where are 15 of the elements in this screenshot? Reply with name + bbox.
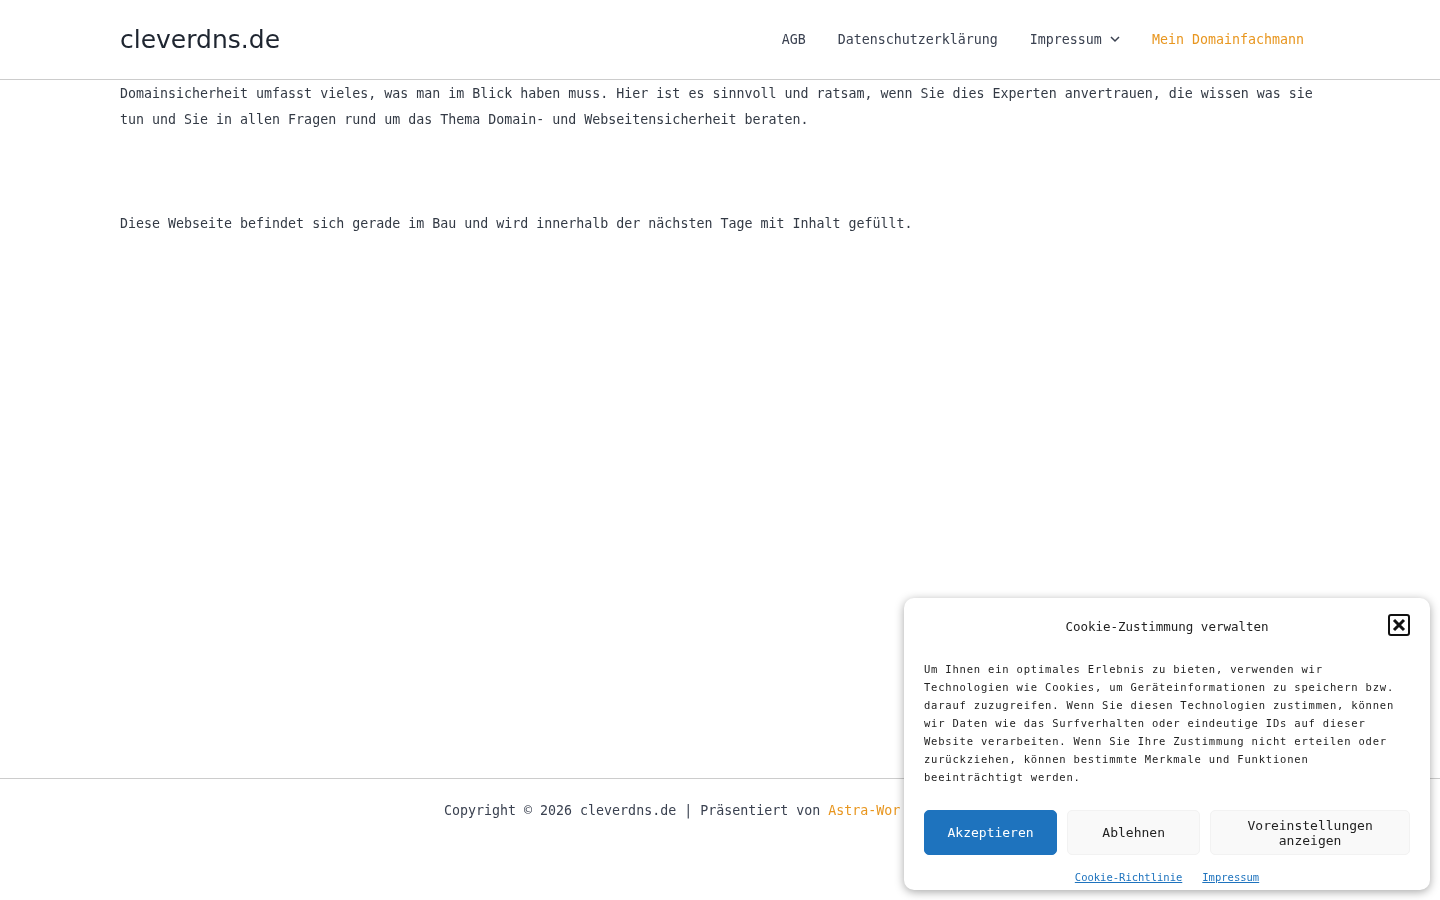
site-logo[interactable]: cleverdns.de: [120, 25, 281, 54]
dialog-link[interactable]: Cookie-Richtlinie: [1074, 871, 1183, 883]
accept-button[interactable]: Akzeptieren: [924, 810, 1058, 855]
nav-link[interactable]: Impressum: [1029, 32, 1120, 47]
dialog-text: Um Ihnen ein optimales Erlebnis zu bieten, verwenden wir Technologien wie Cookies, um Geräteinformationen zu speichern bzw. darauf zuzugreifen. Wenn Sie diesen Technologien zustimmen, können wir Daten wie das Surfverhalten oder eindeutige IDs auf dieser Website verarbeiten. Wenn Sie Ihre Zustimmung nicht erteilen oder zurückziehen, können bestimmte Merkmale und Funktionen beeinträchtigt werden.: [924, 662, 1396, 785]
dialog-button[interactable]: Voreinstellungen anzeigen: [1210, 810, 1410, 855]
dialog-title: Cookie-Zustimmung verwalten: [1065, 618, 1269, 634]
nav-link[interactable]: Datenschutzerklärung: [837, 32, 998, 47]
dialog-button[interactable]: Ablehnen: [1067, 810, 1201, 855]
nav-link[interactable]: AGB: [781, 32, 806, 47]
dialog-link[interactable]: Impressum: [1202, 871, 1260, 883]
body-paragraph: Domainsicherheit umfasst vieles, was man im Blick haben muss. Hier ist es sinnvoll und ratsam, wenn Sie dies Experten anvertrauen, die wissen was sie tun und Sie in allen Fragen rund um das Thema Domain- und Webseitensicherheit beraten.: [120, 85, 1314, 129]
copyright-text: Copyright © 2026 cleverdns.de | Präsentiert von: [444, 803, 822, 818]
close-icon[interactable]: [1388, 614, 1410, 636]
body-paragraph: Diese Webseite befindet sich gerade im Bau und wird innerhalb der nächsten Tage mit Inhalt gefüllt.: [120, 215, 914, 233]
